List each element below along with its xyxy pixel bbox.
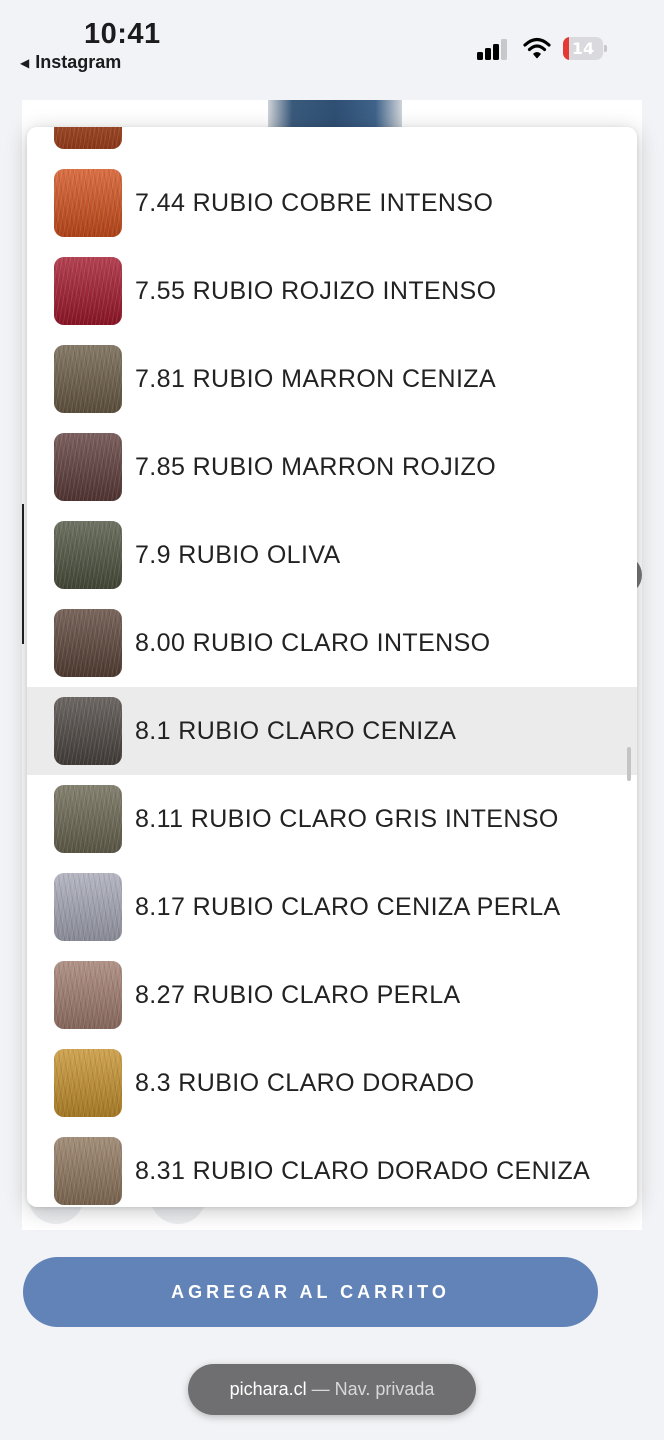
color-option-label: 7.85 RUBIO MARRON ROJIZO (135, 453, 497, 481)
color-option-label: 7.81 RUBIO MARRON CENIZA (135, 365, 497, 393)
battery-icon: 14 (563, 37, 607, 60)
hair-color-swatch (54, 169, 122, 237)
color-option-label: 7.43 RUBIO COBRE DORADO (135, 127, 492, 159)
hair-color-swatch (54, 433, 122, 501)
color-option-label: 8.1 RUBIO CLARO CENIZA (135, 717, 457, 745)
url-bar[interactable]: pichara.cl — Nav. privada (188, 1364, 476, 1415)
color-option-label: 7.44 RUBIO COBRE INTENSO (135, 189, 494, 217)
quantity-box-edge (22, 504, 26, 644)
color-option-label: 7.9 RUBIO OLIVA (135, 541, 341, 569)
product-image (268, 100, 402, 130)
hair-color-swatch (54, 785, 122, 853)
color-option-label: 8.3 RUBIO CLARO DORADO (135, 1069, 475, 1097)
color-option[interactable]: 8.00 RUBIO CLARO INTENSO (27, 599, 637, 687)
color-option-label: 8.17 RUBIO CLARO CENIZA PERLA (135, 893, 561, 921)
hair-color-swatch (54, 521, 122, 589)
hair-color-swatch (54, 873, 122, 941)
back-arrow-icon: ◀ (20, 55, 30, 70)
clock: 10:41 (84, 18, 161, 50)
back-to-app-link[interactable]: ◀ Instagram (20, 52, 121, 73)
color-option[interactable]: 7.81 RUBIO MARRON CENIZA (27, 335, 637, 423)
add-to-cart-button[interactable]: AGREGAR AL CARRITO (23, 1257, 598, 1327)
hair-color-swatch (54, 345, 122, 413)
color-option[interactable]: 7.9 RUBIO OLIVA (27, 511, 637, 599)
color-option[interactable]: 8.27 RUBIO CLARO PERLA (27, 951, 637, 1039)
battery-level: 14 (571, 39, 595, 58)
hair-color-swatch (54, 127, 122, 149)
back-app-label: Instagram (35, 52, 122, 72)
color-option[interactable]: 7.55 RUBIO ROJIZO INTENSO (27, 247, 637, 335)
option-list: 7.43 RUBIO COBRE DORADO 7.44 RUBIO COBRE … (27, 127, 637, 1207)
color-select-dropdown[interactable]: 7.43 RUBIO COBRE DORADO 7.44 RUBIO COBRE … (27, 127, 637, 1207)
url-domain: pichara.cl (229, 1379, 307, 1399)
hair-color-swatch (54, 609, 122, 677)
hair-color-swatch (54, 1049, 122, 1117)
color-option[interactable]: 8.17 RUBIO CLARO CENIZA PERLA (27, 863, 637, 951)
color-option[interactable]: 7.44 RUBIO COBRE INTENSO (27, 159, 637, 247)
color-option-label: 8.31 RUBIO CLARO DORADO CENIZA (135, 1157, 591, 1185)
color-option[interactable]: 7.43 RUBIO COBRE DORADO (27, 127, 637, 159)
hair-color-swatch (54, 961, 122, 1029)
private-browsing-label: — Nav. privada (306, 1379, 435, 1399)
color-option[interactable]: 8.3 RUBIO CLARO DORADO (27, 1039, 637, 1127)
status-bar: 10:41 ◀ Instagram 14 (0, 0, 664, 90)
color-option-label: 8.00 RUBIO CLARO INTENSO (135, 629, 491, 657)
color-option-label: 7.55 RUBIO ROJIZO INTENSO (135, 277, 497, 305)
color-option-label: 8.27 RUBIO CLARO PERLA (135, 981, 461, 1009)
color-option[interactable]: 8.1 RUBIO CLARO CENIZA (27, 687, 637, 775)
hair-color-swatch (54, 257, 122, 325)
wifi-icon (523, 37, 551, 59)
scrollbar[interactable] (627, 747, 631, 781)
color-option[interactable]: 7.85 RUBIO MARRON ROJIZO (27, 423, 637, 511)
color-option[interactable]: 8.31 RUBIO CLARO DORADO CENIZA (27, 1127, 637, 1207)
hair-color-swatch (54, 1137, 122, 1205)
color-option-label: 8.11 RUBIO CLARO GRIS INTENSO (135, 805, 559, 833)
cellular-signal-icon (477, 38, 509, 60)
hair-color-swatch (54, 697, 122, 765)
color-option[interactable]: 8.11 RUBIO CLARO GRIS INTENSO (27, 775, 637, 863)
